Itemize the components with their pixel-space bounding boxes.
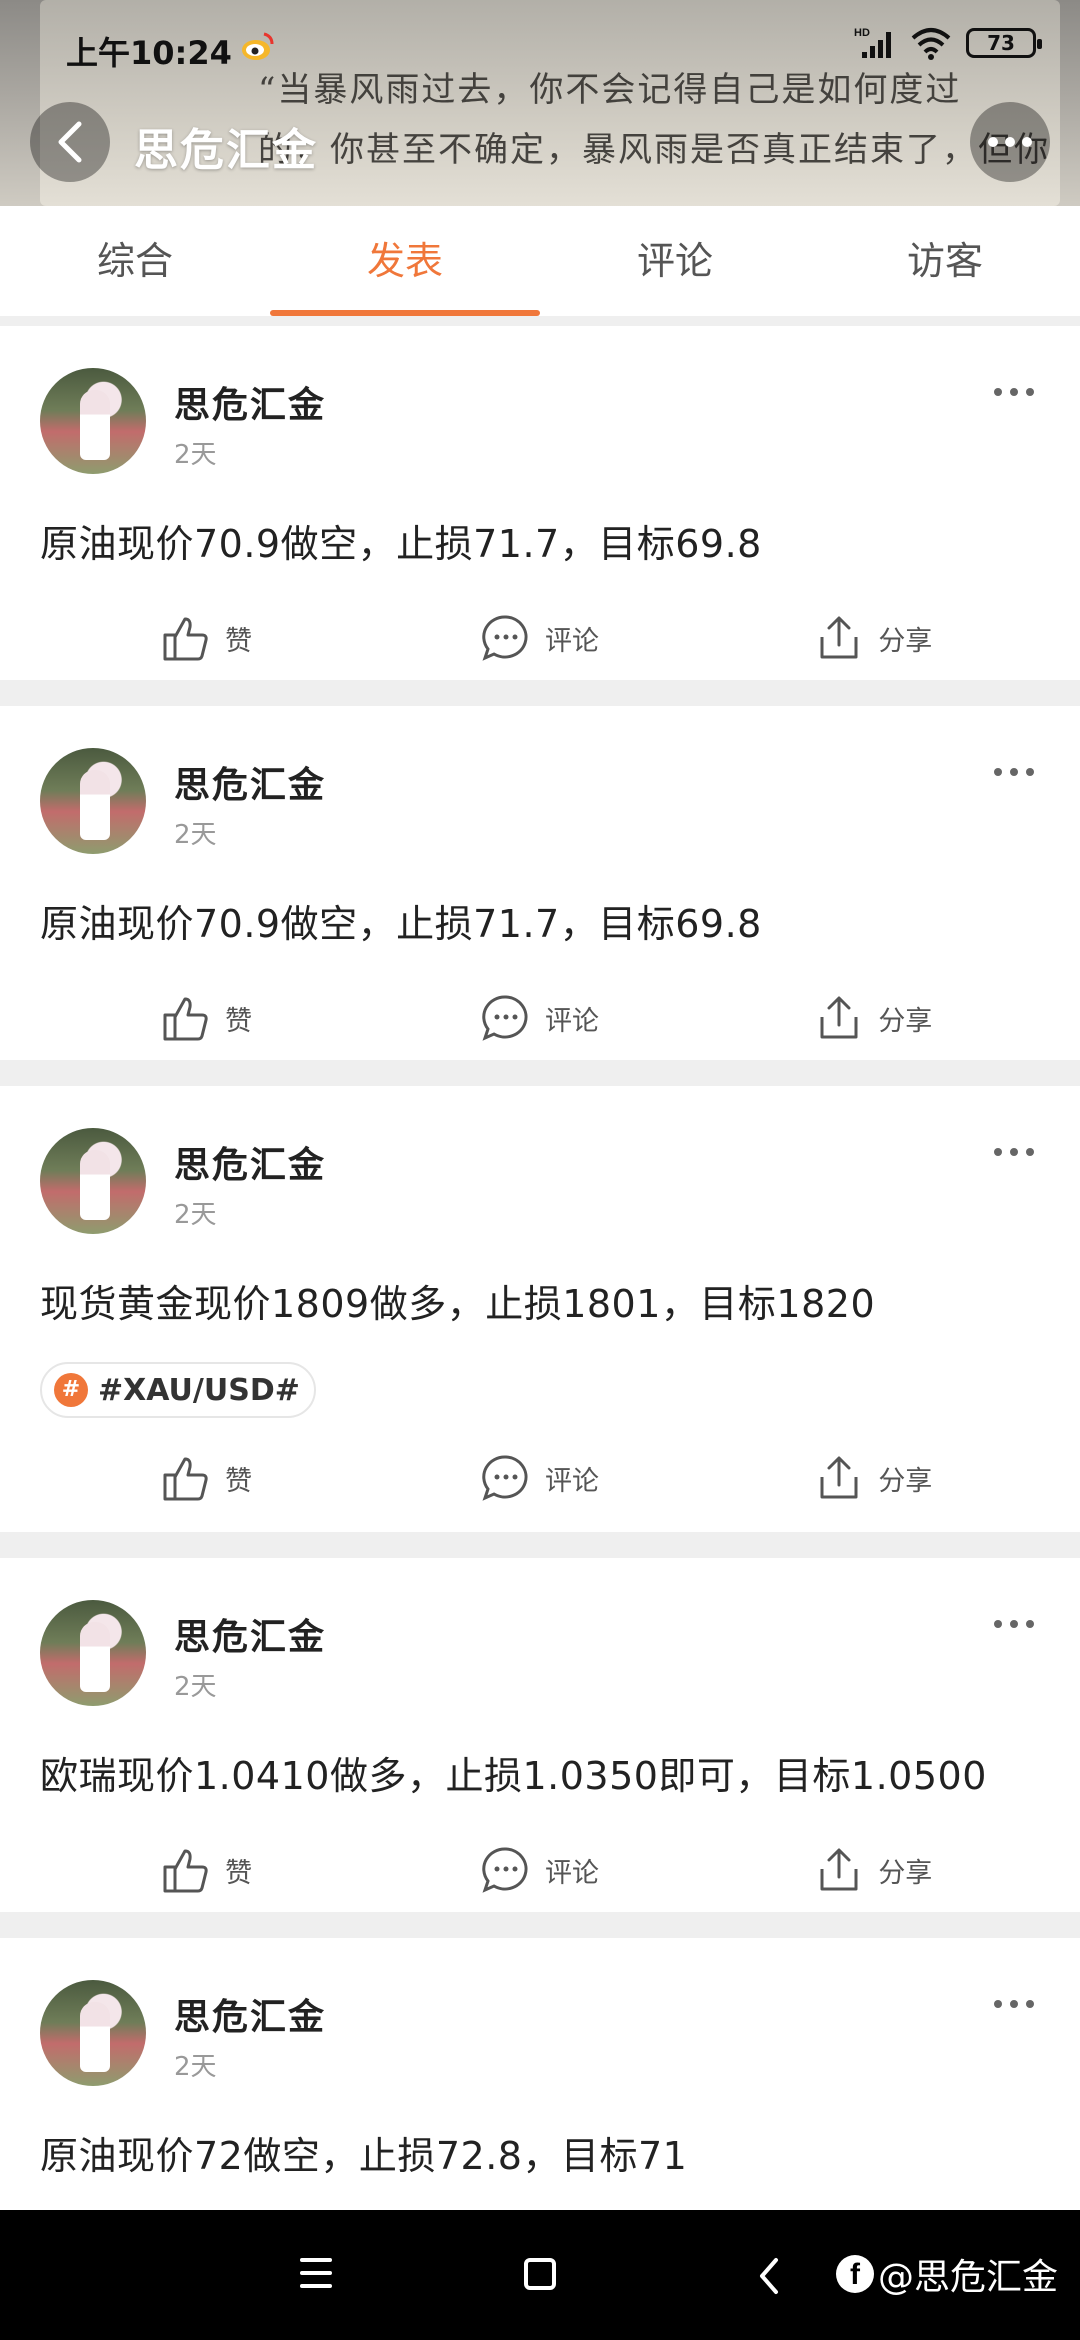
home-square-icon[interactable]	[524, 2258, 556, 2290]
back-button[interactable]	[30, 102, 110, 182]
post-more-button[interactable]	[994, 768, 1034, 776]
dot	[1022, 137, 1032, 147]
facebook-logo-icon: f	[836, 2255, 874, 2293]
post-author[interactable]: 思危汇金	[174, 376, 326, 428]
tab-visitors[interactable]: 访客	[810, 206, 1080, 316]
post-card[interactable]: 思危汇金 2天 欧瑞现价1.0410做多，止损1.0350即可，目标1.0500…	[0, 1558, 1080, 1912]
like-button[interactable]: 赞	[40, 1845, 373, 1895]
chevron-left-icon	[58, 121, 82, 163]
post-actions: 赞 评论 分享	[40, 1804, 1040, 1936]
post-more-button[interactable]	[994, 2000, 1034, 2008]
avatar[interactable]	[40, 368, 146, 474]
comment-bubble-icon	[482, 1847, 528, 1893]
system-navigation-bar: f @思危汇金	[0, 2210, 1080, 2340]
post-card[interactable]: 思危汇金 2天 原油现价72做空，止损72.8，目标71	[0, 1938, 1080, 2238]
post-time: 2天	[174, 2052, 217, 2082]
like-label: 赞	[225, 1005, 253, 1037]
like-button[interactable]: 赞	[40, 613, 373, 663]
post-time: 2天	[174, 1200, 217, 1230]
post-time: 2天	[174, 440, 217, 470]
share-icon	[820, 996, 858, 1039]
comment-label: 评论	[544, 1857, 599, 1889]
post-feed: 思危汇金 2天 原油现价70.9做空，止损71.7，目标69.8 赞 评论 分享…	[0, 326, 1080, 2264]
quote-line-2: 的，你甚至不确定，暴风雨是否真正结束了，但你	[258, 130, 1050, 170]
share-icon	[820, 616, 858, 659]
weibo-notification-icon	[242, 32, 274, 60]
like-label: 赞	[225, 1465, 253, 1497]
post-time: 2天	[174, 820, 217, 850]
svg-text:HD: HD	[854, 27, 870, 39]
thumbs-up-icon	[163, 1849, 208, 1893]
post-more-button[interactable]	[994, 388, 1034, 396]
share-icon	[820, 1848, 858, 1891]
watermark: f @思危汇金	[836, 2248, 1058, 2300]
page-title: 思危汇金	[134, 125, 318, 176]
share-label: 分享	[878, 1465, 933, 1497]
tab-comments[interactable]: 评论	[540, 206, 810, 316]
avatar[interactable]	[40, 1128, 146, 1234]
post-author[interactable]: 思危汇金	[174, 1136, 326, 1188]
comment-bubble-icon	[482, 995, 528, 1041]
post-more-button[interactable]	[994, 1620, 1034, 1628]
share-button[interactable]: 分享	[707, 613, 1040, 663]
more-options-button[interactable]	[970, 102, 1050, 182]
share-label: 分享	[878, 1005, 933, 1037]
post-author[interactable]: 思危汇金	[174, 1988, 326, 2040]
thumbs-up-icon	[163, 1457, 208, 1501]
post-card[interactable]: 思危汇金 2天 现货黄金现价1809做多，止损1801，目标1820 # #XA…	[0, 1086, 1080, 1532]
avatar[interactable]	[40, 1600, 146, 1706]
header-photo-quote: “当暴风雨过去，你不会记得自己是如何度过 的，你甚至不确定，暴风雨是否真正结束了…	[258, 60, 1050, 180]
post-author[interactable]: 思危汇金	[174, 1608, 326, 1660]
comment-button[interactable]: 评论	[373, 1845, 706, 1895]
post-actions: 赞 评论 分享	[40, 572, 1040, 704]
like-label: 赞	[225, 625, 253, 657]
post-card[interactable]: 思危汇金 2天 原油现价70.9做空，止损71.7，目标69.8 赞 评论 分享	[0, 706, 1080, 1060]
tab-posts[interactable]: 发表	[270, 206, 540, 316]
thumbs-up-icon	[163, 997, 208, 1041]
profile-header: “当暴风雨过去，你不会记得自己是如何度过 的，你甚至不确定，暴风雨是否真正结束了…	[0, 0, 1080, 206]
comment-label: 评论	[544, 625, 599, 657]
comment-button[interactable]: 评论	[373, 1453, 706, 1503]
comment-button[interactable]: 评论	[373, 613, 706, 663]
menu-icon[interactable]	[300, 2258, 332, 2297]
status-bar: 上午10:24 HD 73	[0, 22, 1080, 72]
share-icon	[820, 1456, 858, 1499]
watermark-text: @思危汇金	[878, 2257, 1059, 2298]
topic-tag[interactable]: # #XAU/USD#	[40, 1362, 316, 1418]
post-time: 2天	[174, 1672, 217, 1702]
avatar[interactable]	[40, 1980, 146, 2086]
share-button[interactable]: 分享	[707, 993, 1040, 1043]
post-actions: 赞 评论 分享	[40, 1418, 1040, 1538]
share-label: 分享	[878, 1857, 933, 1889]
wifi-icon	[911, 28, 951, 60]
back-arrow-icon[interactable]	[756, 2256, 782, 2296]
thumbs-up-icon	[163, 617, 208, 661]
comment-label: 评论	[544, 1465, 599, 1497]
dot	[1005, 137, 1015, 147]
post-actions: 赞 评论 分享	[40, 952, 1040, 1084]
dot	[988, 137, 998, 147]
battery-indicator: 73	[966, 28, 1042, 58]
comment-bubble-icon	[482, 615, 528, 661]
post-card[interactable]: 思危汇金 2天 原油现价70.9做空，止损71.7，目标69.8 赞 评论 分享	[0, 326, 1080, 680]
post-author[interactable]: 思危汇金	[174, 756, 326, 808]
share-label: 分享	[878, 625, 933, 657]
like-button[interactable]: 赞	[40, 993, 373, 1043]
comment-button[interactable]: 评论	[373, 993, 706, 1043]
status-time: 上午10:24	[66, 34, 232, 72]
tab-overview[interactable]: 综合	[0, 206, 270, 316]
status-icons: HD 73	[854, 26, 1042, 60]
like-label: 赞	[225, 1857, 253, 1889]
hashtag-icon: #	[54, 1373, 88, 1407]
comment-bubble-icon	[482, 1455, 528, 1501]
avatar[interactable]	[40, 748, 146, 854]
profile-tabs: 综合 发表 评论 访客	[0, 206, 1080, 316]
topic-tag-label: #XAU/USD#	[98, 1372, 300, 1408]
signal-icon: HD	[854, 27, 891, 58]
share-button[interactable]: 分享	[707, 1845, 1040, 1895]
post-more-button[interactable]	[994, 1148, 1034, 1156]
share-button[interactable]: 分享	[707, 1453, 1040, 1503]
comment-label: 评论	[544, 1005, 599, 1037]
like-button[interactable]: 赞	[40, 1453, 373, 1503]
